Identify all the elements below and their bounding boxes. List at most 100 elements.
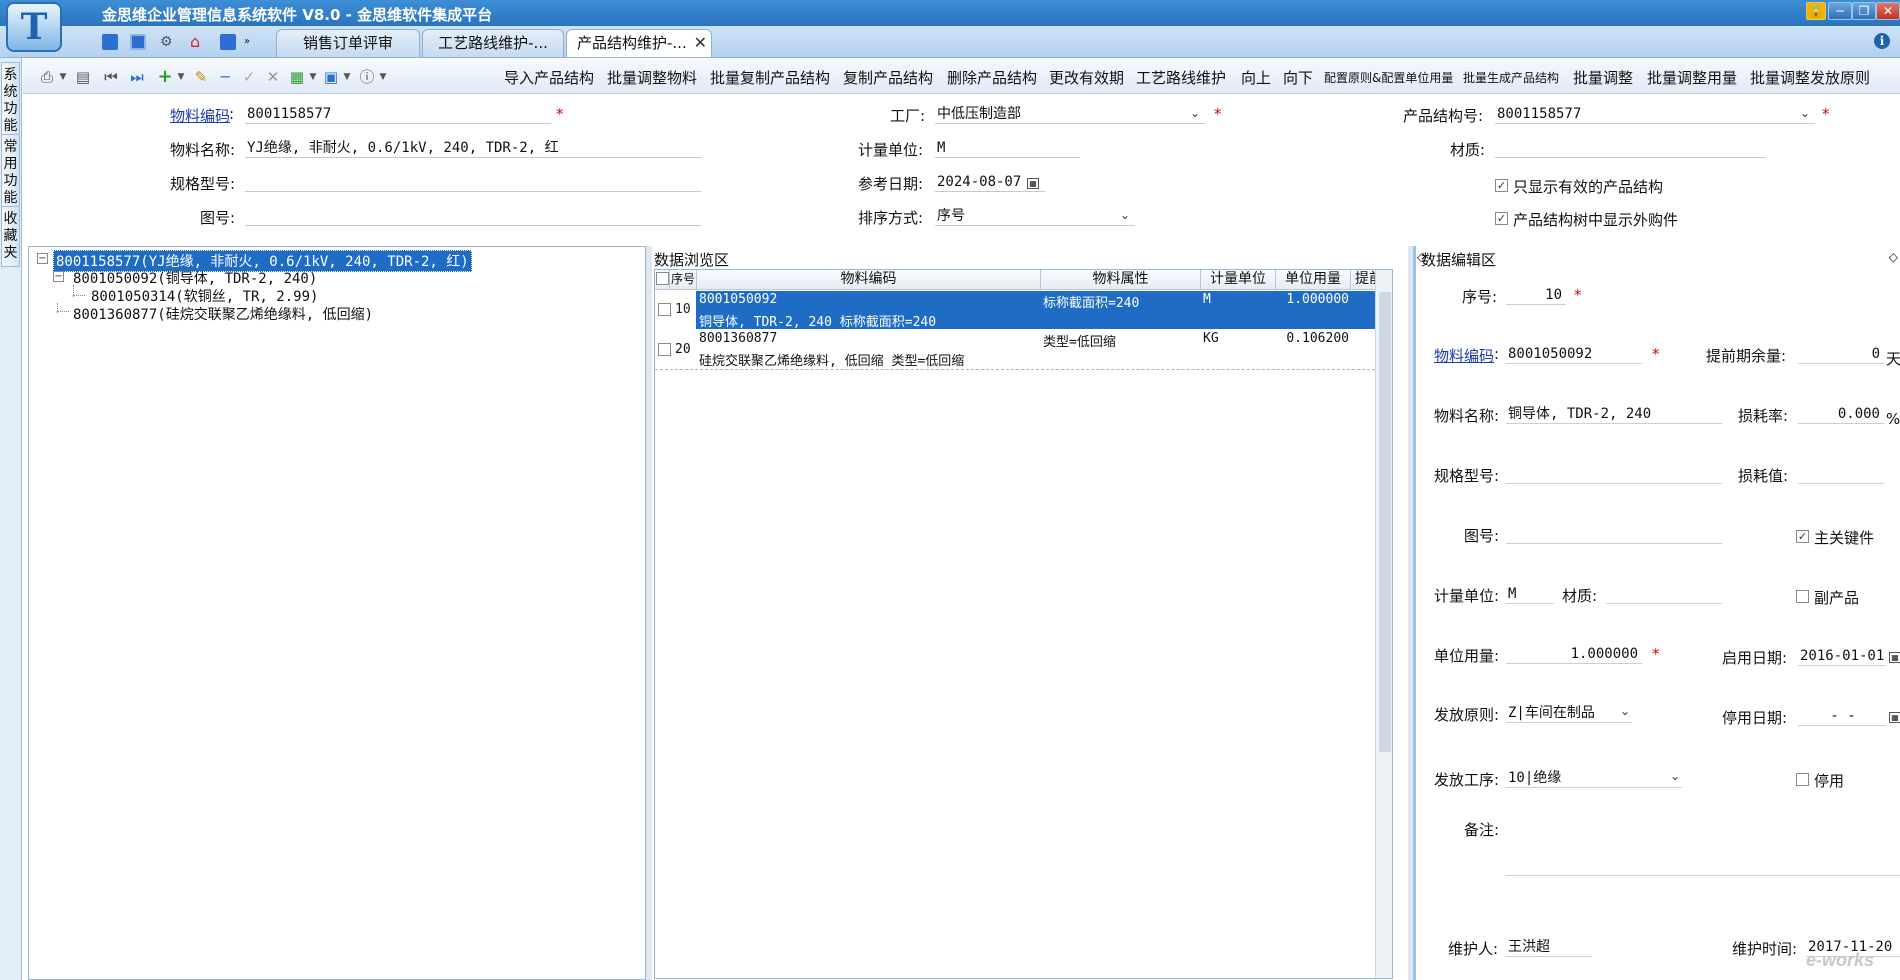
material-code-label[interactable]: 物料编码 — [170, 105, 230, 126]
layout-icon[interactable] — [220, 34, 236, 50]
bom-no-select[interactable]: 8001158577 — [1495, 104, 1815, 124]
chevron-down-icon[interactable]: ⌄ — [1120, 208, 1130, 222]
tab-bom-maintenance[interactable]: 产品结构维护-... ✕ — [566, 29, 712, 57]
calendar-icon[interactable]: ▦ — [1889, 712, 1900, 723]
lock-icon[interactable]: 🔒 — [1806, 2, 1826, 20]
col-unit[interactable]: 计量单位 — [1201, 270, 1276, 290]
scroll-thumb[interactable] — [1379, 292, 1391, 752]
calendar-icon[interactable]: ▦ — [1889, 652, 1900, 663]
select-all-checkbox[interactable] — [655, 272, 669, 285]
row-checkbox[interactable] — [658, 303, 671, 316]
batch-adjust-button[interactable]: 批量调整 — [1573, 67, 1633, 88]
dropdown-arrow-icon[interactable]: ▼ — [173, 69, 189, 85]
remark-textarea[interactable] — [1506, 816, 1900, 876]
copy-bom-button[interactable]: 复制产品结构 — [843, 67, 933, 88]
batch-copy-bom-button[interactable]: 批量复制产品结构 — [710, 67, 830, 88]
edit-spec-field[interactable] — [1506, 464, 1722, 484]
edit-code-label[interactable]: 物料编码 — [1434, 345, 1494, 366]
batch-adjust-issue-rule-button[interactable]: 批量调整发放原则 — [1750, 67, 1870, 88]
chevron-down-icon[interactable]: ⌄ — [1190, 106, 1200, 120]
move-up-button[interactable]: 向上 — [1241, 67, 1271, 88]
col-seq[interactable]: 序号 — [670, 270, 697, 290]
unit-field[interactable]: M — [935, 138, 1080, 158]
tab-sales-order-review[interactable]: 销售订单评审 — [276, 29, 420, 57]
edit-name-field[interactable]: 铜导体, TDR-2, 240 — [1506, 404, 1722, 424]
home-icon[interactable]: ⌂ — [190, 34, 206, 50]
remove-icon[interactable]: ─ — [217, 69, 233, 85]
side-tab-common-functions[interactable]: 常用功能 — [1, 134, 20, 212]
dropdown-arrow-icon[interactable]: ▼ — [375, 69, 391, 85]
dropdown-arrow-icon[interactable]: ▼ — [339, 69, 355, 85]
info-icon[interactable]: i — [1874, 33, 1890, 49]
move-down-button[interactable]: 向下 — [1283, 67, 1313, 88]
calendar-icon[interactable]: ▦ — [1027, 178, 1039, 189]
by-product-checkbox[interactable] — [1796, 590, 1809, 603]
tree-node[interactable]: 8001050314(软铜丝, TR, 2.99) — [91, 286, 318, 306]
last-record-icon[interactable]: ⏭ — [129, 69, 145, 85]
batch-adjust-qty-button[interactable]: 批量调整用量 — [1647, 67, 1737, 88]
col-code[interactable]: 物料编码 — [697, 270, 1041, 290]
config-rule-button[interactable]: 配置原则&配置单位用量 — [1324, 69, 1453, 86]
issue-rule-select[interactable]: Z|车间在制品 — [1506, 703, 1632, 723]
cancel-icon[interactable]: ✕ — [265, 69, 281, 85]
stop-date-input[interactable]: - - — [1798, 706, 1886, 726]
add-icon[interactable]: + — [157, 68, 173, 86]
process-select[interactable]: 10|绝缘 — [1506, 768, 1682, 788]
tree-node[interactable]: 8001050092(铜导体, TDR-2, 240) — [73, 268, 317, 288]
lead-input[interactable]: 0 — [1798, 344, 1884, 364]
sort-select[interactable]: 序号 — [935, 206, 1135, 226]
dropdown-arrow-icon[interactable]: ▼ — [55, 69, 71, 85]
confirm-icon[interactable]: ✓ — [241, 69, 257, 85]
loss-rate-input[interactable]: 0.000 — [1798, 404, 1884, 424]
splitter[interactable] — [646, 246, 652, 980]
restore-icon[interactable]: ❐ — [1852, 2, 1876, 20]
close-icon[interactable]: ✕ — [1876, 2, 1900, 20]
material-name-field[interactable]: YJ绝缘, 非耐火, 0.6/1kV, 240, TDR-2, 红 — [245, 138, 701, 158]
edit-code-input[interactable]: 8001050092 — [1506, 344, 1642, 364]
material-code-input[interactable]: 8001158577 — [245, 104, 551, 124]
preview-icon[interactable]: ▤ — [75, 69, 91, 85]
loss-val-input[interactable] — [1798, 464, 1884, 484]
edit-drawing-field[interactable] — [1506, 524, 1722, 544]
key-part-checkbox[interactable]: ✓ — [1796, 530, 1809, 543]
spec-field[interactable] — [245, 172, 701, 192]
batch-adjust-material-button[interactable]: 批量调整物料 — [607, 67, 697, 88]
collapse-icon[interactable]: − — [53, 271, 64, 282]
tools-icon[interactable]: ⚙ — [160, 34, 176, 50]
print-icon[interactable]: ⎙ — [39, 69, 55, 85]
edit-mat-field[interactable] — [1606, 584, 1722, 604]
seq-input[interactable]: 10 — [1506, 285, 1566, 305]
edit-icon[interactable]: ✎ — [193, 69, 209, 85]
vertical-scrollbar[interactable] — [1375, 270, 1392, 978]
save-icon[interactable] — [130, 34, 146, 50]
disabled-checkbox[interactable] — [1796, 773, 1809, 786]
chevron-down-icon[interactable]: ⌄ — [1800, 106, 1810, 120]
collapse-panel-icon[interactable]: ◇ — [1889, 250, 1898, 264]
collapse-icon[interactable]: − — [37, 253, 48, 264]
side-tab-system-functions[interactable]: 系统功能 — [1, 62, 20, 140]
row-checkbox[interactable] — [658, 343, 671, 356]
window-icon[interactable] — [102, 34, 118, 50]
material-quality-field[interactable] — [1495, 138, 1765, 158]
factory-select[interactable]: 中低压制造部 — [935, 104, 1205, 124]
show-purchased-checkbox[interactable]: ✓ — [1495, 212, 1508, 225]
edit-unit-field[interactable]: M — [1506, 584, 1554, 604]
side-tab-favorites[interactable]: 收藏夹 — [1, 206, 20, 267]
batch-generate-bom-button[interactable]: 批量生成产品结构 — [1463, 69, 1559, 86]
dropdown-arrow-icon[interactable]: ▼ — [305, 69, 321, 85]
select-all-header[interactable] — [655, 270, 670, 290]
only-valid-checkbox[interactable]: ✓ — [1495, 179, 1508, 192]
change-validity-button[interactable]: 更改有效期 — [1049, 67, 1124, 88]
import-bom-button[interactable]: 导入产品结构 — [504, 67, 594, 88]
help-icon[interactable]: ⓘ — [359, 69, 375, 85]
chevron-down-icon[interactable]: ⌄ — [1620, 704, 1630, 718]
tree-node[interactable]: 8001360877(硅烷交联聚乙烯绝缘料, 低回缩) — [73, 304, 373, 324]
start-date-input[interactable]: 2016-01-01 — [1798, 646, 1886, 666]
edit-qty-input[interactable]: 1.000000 — [1506, 644, 1642, 664]
minimize-icon[interactable]: ─ — [1828, 2, 1852, 20]
tab-routing-maintenance[interactable]: 工艺路线维护-... — [422, 29, 564, 57]
more-icon[interactable]: » — [244, 34, 260, 50]
monitor-icon[interactable]: ▣ — [323, 69, 339, 85]
chevron-down-icon[interactable]: ⌄ — [1670, 769, 1680, 783]
first-record-icon[interactable]: ⏮ — [103, 69, 119, 85]
